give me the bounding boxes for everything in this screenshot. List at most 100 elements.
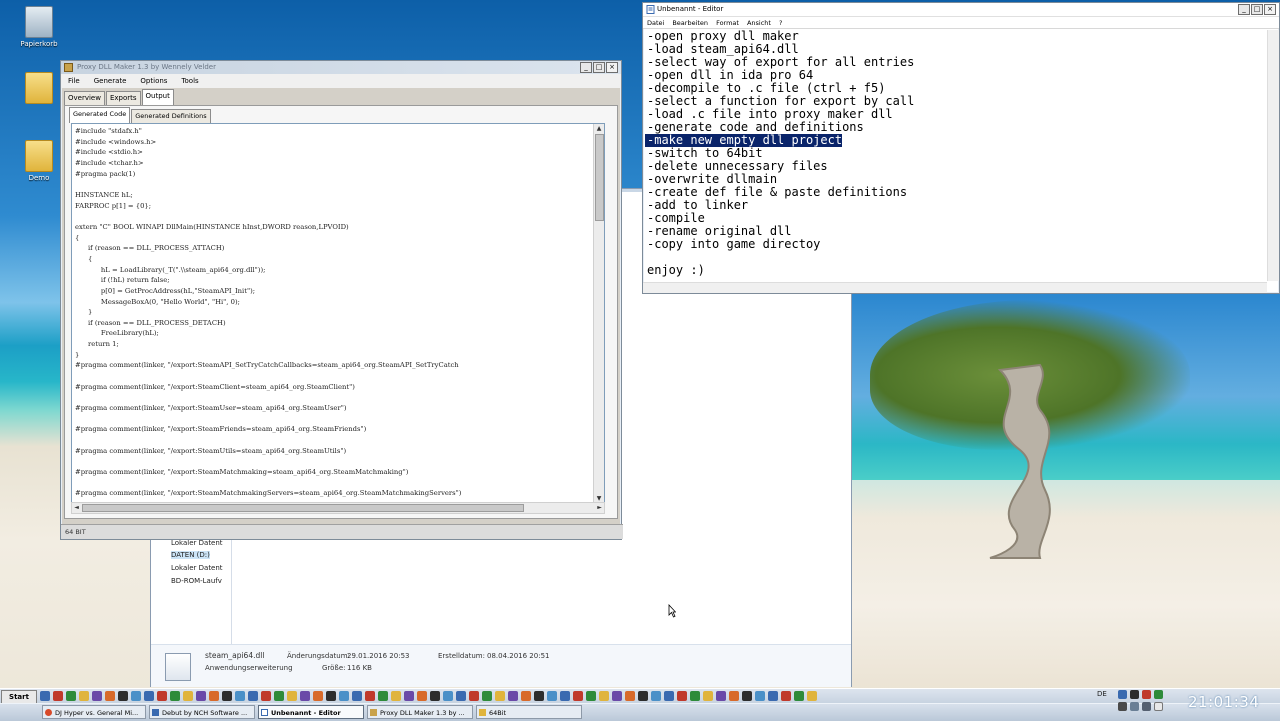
quick-launch-icon[interactable] [664,691,674,701]
quick-launch-icon[interactable] [326,691,336,701]
flag-icon[interactable] [1118,702,1127,711]
quick-launch-icon[interactable] [560,691,570,701]
taskbar-button-proxy-maker[interactable]: Proxy DLL Maker 1.3 by ... [367,705,473,719]
scrollbar-thumb[interactable] [82,504,524,512]
scroll-up-icon[interactable]: ▲ [594,124,604,133]
network-icon[interactable] [1118,690,1127,699]
quick-launch-icon[interactable] [92,691,102,701]
quick-launch-icon[interactable] [612,691,622,701]
menu-ansicht[interactable]: Ansicht [743,19,775,27]
quick-launch-icon[interactable] [456,691,466,701]
usb-icon[interactable] [1142,702,1151,711]
quick-launch-icon[interactable] [599,691,609,701]
quick-launch-icon[interactable] [105,691,115,701]
quick-launch-icon[interactable] [638,691,648,701]
quick-launch-icon[interactable] [768,691,778,701]
generated-code-textarea[interactable]: #include "stdafx.h" #include <windows.h>… [71,123,605,504]
quick-launch-icon[interactable] [170,691,180,701]
quick-launch-icon[interactable] [66,691,76,701]
menu-generate[interactable]: Generate [87,77,134,85]
quick-launch-icon[interactable] [352,691,362,701]
quick-launch-icon[interactable] [482,691,492,701]
maximize-button[interactable]: □ [593,62,605,73]
editor-vertical-scrollbar[interactable] [1267,30,1279,281]
sync-icon[interactable] [1130,690,1139,699]
quick-launch-icon[interactable] [417,691,427,701]
desktop-icon-folder[interactable] [14,72,64,106]
quick-launch-icon[interactable] [79,691,89,701]
quick-launch-icon[interactable] [118,691,128,701]
language-indicator[interactable]: DE [1097,690,1107,698]
quick-launch-icon[interactable] [53,691,63,701]
quick-launch-icon[interactable] [131,691,141,701]
desktop-icon-demo[interactable]: Demo [14,140,64,182]
close-button[interactable]: × [606,62,618,73]
code-horizontal-scrollbar[interactable]: ◄ ► [71,502,605,514]
quick-launch-icon[interactable] [183,691,193,701]
quick-launch-icon[interactable] [222,691,232,701]
quick-launch-icon[interactable] [261,691,271,701]
tree-item[interactable]: BD-ROM-Laufv [171,577,222,585]
minimize-button[interactable]: _ [580,62,592,73]
tab-exports[interactable]: Exports [105,91,141,105]
scroll-left-icon[interactable]: ◄ [72,503,81,513]
quick-launch-icon[interactable] [144,691,154,701]
code-vertical-scrollbar[interactable]: ▲ ▼ [593,124,604,503]
proxy-maker-titlebar[interactable]: Proxy DLL Maker 1.3 by Wennely Velder _ … [61,61,621,74]
security-icon[interactable] [1142,690,1151,699]
quick-launch-icon[interactable] [365,691,375,701]
quick-launch-icon[interactable] [313,691,323,701]
taskbar-button-debut[interactable]: Debut by NCH Software ... [149,705,255,719]
quick-launch-icon[interactable] [625,691,635,701]
speaker-icon[interactable] [1130,702,1139,711]
menu-tools[interactable]: Tools [174,77,205,85]
quick-launch-icon[interactable] [534,691,544,701]
tree-item[interactable]: Lokaler Datent [171,564,223,572]
scroll-right-icon[interactable]: ► [595,503,604,513]
menu-datei[interactable]: Datei [643,19,668,27]
quick-launch-icon[interactable] [443,691,453,701]
desktop-icon-recycle-bin[interactable]: Papierkorb [14,6,64,48]
quick-launch-icon[interactable] [287,691,297,701]
taskbar-button-editor[interactable]: Unbenannt - Editor [258,705,364,719]
quick-launch-icon[interactable] [586,691,596,701]
close-button[interactable]: × [1264,4,1276,15]
quick-launch-icon[interactable] [651,691,661,701]
quick-launch-icon[interactable] [40,691,50,701]
tab-generated-definitions[interactable]: Generated Definitions [131,109,211,123]
quick-launch-icon[interactable] [391,691,401,701]
quick-launch-icon[interactable] [300,691,310,701]
menu-format[interactable]: Format [712,19,743,27]
quick-launch-icon[interactable] [703,691,713,701]
tree-item-selected[interactable]: DATEN (D:) [171,551,210,559]
editor-textarea[interactable]: -open proxy dll maker -load steam_api64.d… [645,30,1267,280]
quick-launch-icon[interactable] [521,691,531,701]
taskbar-clock[interactable]: 21:01:34 [1188,693,1259,711]
nvidia-icon[interactable] [1154,690,1163,699]
quick-launch-icon[interactable] [755,691,765,701]
minimize-button[interactable]: _ [1238,4,1250,15]
tab-output[interactable]: Output [141,89,174,105]
quick-launch-icon[interactable] [508,691,518,701]
menu-help[interactable]: ? [775,19,786,27]
menu-file[interactable]: File [61,77,87,85]
quick-launch-icon[interactable] [235,691,245,701]
editor-titlebar[interactable]: Unbenannt - Editor _ □ × [643,3,1279,17]
quick-launch-icon[interactable] [495,691,505,701]
quick-launch-icon[interactable] [794,691,804,701]
tab-generated-code[interactable]: Generated Code [69,107,131,123]
menu-bearbeiten[interactable]: Bearbeiten [668,19,712,27]
quick-launch-icon[interactable] [274,691,284,701]
taskbar-button-64bit[interactable]: 64Bit [476,705,582,719]
quick-launch-icon[interactable] [196,691,206,701]
quick-launch-icon[interactable] [430,691,440,701]
quick-launch-icon[interactable] [157,691,167,701]
start-button[interactable]: Start [1,690,37,704]
quick-launch-icon[interactable] [690,691,700,701]
quick-launch-icon[interactable] [716,691,726,701]
editor-horizontal-scrollbar[interactable] [643,282,1267,293]
quick-launch-icon[interactable] [573,691,583,701]
tree-item[interactable]: Lokaler Datent [171,539,223,547]
maximize-button[interactable]: □ [1251,4,1263,15]
taskbar-button-dj-hyper[interactable]: DJ Hyper vs. General Mi... [42,705,146,719]
